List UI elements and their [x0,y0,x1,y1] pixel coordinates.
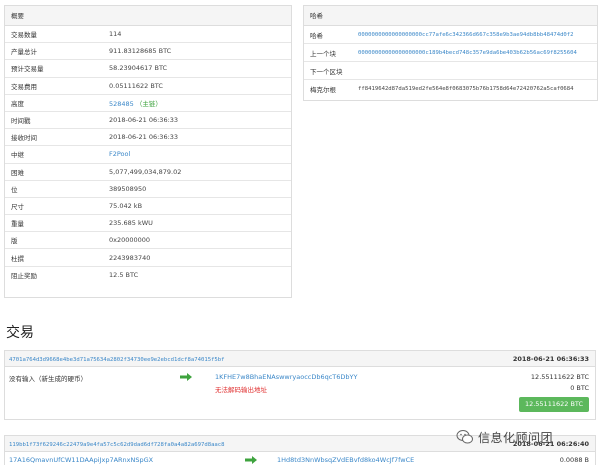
row-label: 下一个区块 [310,67,343,76]
row-label: 交易费用 [11,82,37,91]
transaction-input: 没有输入（新生成的硬币） [9,375,87,383]
summary-row: 杜撰 2243983740 [5,249,291,267]
block-height-link[interactable]: 528485 [109,100,134,108]
hash-row: 哈希 0000000000000000000cc77afe6c342366d66… [304,26,597,44]
previous-block-link[interactable]: 00000000000000000000c189b4becd748c357e9d… [358,50,597,56]
arrow-right-icon [245,456,257,464]
output-address-link[interactable]: 1Hd8td3NnWbsqZVdEBvfd8ko4WcJf7fwCE [277,456,414,464]
row-label: 困难 [11,168,24,177]
summary-row: 尺寸 75.042 kB [5,198,291,216]
block-hash-link[interactable]: 0000000000000000000cc77afe6c342366d667c3… [358,32,597,38]
row-value: 389508950 [109,184,147,193]
summary-title: 概要 [5,6,291,26]
relay-link[interactable]: F2Pool [109,150,291,158]
hashes-title: 哈希 [304,6,597,26]
wechat-icon [456,430,473,444]
row-label: 产量总计 [11,48,37,57]
input-address-link[interactable]: 17A16QmavnUfCW11DAApiJxp7ARnxNSpGX [9,456,153,464]
hash-row: 梅克尔根 ff8419642d87da519ed2fe564e8f0683075… [304,80,597,98]
summary-row: 交易费用 0.05111622 BTC [5,78,291,95]
row-value: 0x20000000 [109,236,151,245]
transaction-hash-link[interactable]: 119bb1f73f629246c22479a9e4fa57c5c62d9dad… [9,442,225,448]
row-value: 235.685 kWU [109,219,153,228]
row-label: 尺寸 [11,202,24,211]
row-label: 时间戳 [11,117,31,126]
row-value: 12.5 BTC [109,271,139,280]
output-decode-error: 无法解码输出地址 [215,386,267,394]
row-value: 75.042 kB [109,201,143,210]
transaction-date: 2018-06-21 06:36:33 [512,355,589,363]
row-value: 2018-06-21 06:36:33 [109,133,179,142]
summary-row: 版 0x20000000 [5,232,291,250]
summary-row: 困难 5,077,499,034,879.02 [5,164,291,181]
row-label: 上一个块 [310,49,336,58]
output-amount: 0.0088 B [559,456,589,464]
row-label: 梅克尔根 [310,86,336,94]
transaction-hash-link[interactable]: 4701a764d3d9668e4be3d71a75634a2802f34730… [9,357,225,363]
transaction-header: 4701a764d3d9668e4be3d71a75634a2802f34730… [5,351,595,367]
row-label: 接收时间 [11,134,37,143]
row-label: 预计交易量 [11,65,44,74]
row-label: 交易数量 [11,31,37,40]
summary-row: 阻止奖励 12.5 BTC [5,267,291,284]
row-label: 杜撰 [11,254,24,263]
transactions-title: 交易 [6,325,34,341]
row-label: 阻止奖励 [11,272,37,281]
row-value: 5,077,499,034,879.02 [109,167,182,176]
main-chain-label: （主链） [135,99,162,108]
row-label: 位 [11,185,18,194]
summary-row: 中继 F2Pool [5,146,291,164]
output-amount: 0 BTC [570,384,589,392]
watermark-text: 信息化顾问团 [478,430,554,445]
watermark: 信息化顾问团 [456,426,598,448]
summary-row: 重量 235.685 kWU [5,215,291,233]
summary-row: 产量总计 911.83128685 BTC [5,43,291,61]
row-label: 哈希 [310,31,323,40]
row-label: 重量 [11,220,24,229]
summary-row: 高度 528485 （主链） [5,95,291,112]
summary-row: 时间戳 2018-06-21 06:36:33 [5,112,291,130]
total-amount-button[interactable]: 12.55111622 BTC [519,397,589,412]
hash-row: 下一个区块 [304,62,597,80]
transaction-card: 4701a764d3d9668e4be3d71a75634a2802f34730… [4,350,596,420]
row-value: 114 [109,30,122,39]
merkle-root-value: ff8419642d87da519ed2fe564e8f0683075b76b1… [358,86,574,92]
output-amount: 12.55111622 BTC [530,373,589,381]
hashes-panel: 哈希 哈希 0000000000000000000cc77afe6c342366… [303,5,598,101]
summary-row: 预计交易量 58.23904617 BTC [5,60,291,78]
row-value: 911.83128685 BTC [109,47,172,56]
summary-panel: 概要 交易数量 114 产量总计 911.83128685 BTC 预计交易量 … [4,5,292,298]
row-value: 0.05111622 BTC [109,81,163,90]
summary-row: 接收时间 2018-06-21 06:36:33 [5,129,291,147]
row-label: 高度 [11,99,24,108]
summary-row: 交易数量 114 [5,26,291,44]
output-address-link[interactable]: 1KFHE7w8BhaENAswwryaoccDb6qcT6DbYY [215,373,358,381]
arrow-right-icon [180,373,192,381]
summary-row: 位 389508950 [5,181,291,198]
row-value: 2018-06-21 06:36:33 [109,116,179,125]
row-label: 中继 [11,151,24,160]
hash-row: 上一个块 00000000000000000000c189b4becd748c3… [304,44,597,62]
row-label: 版 [11,237,18,246]
row-value: 2243983740 [109,253,151,262]
row-value: 58.23904617 BTC [109,64,168,73]
